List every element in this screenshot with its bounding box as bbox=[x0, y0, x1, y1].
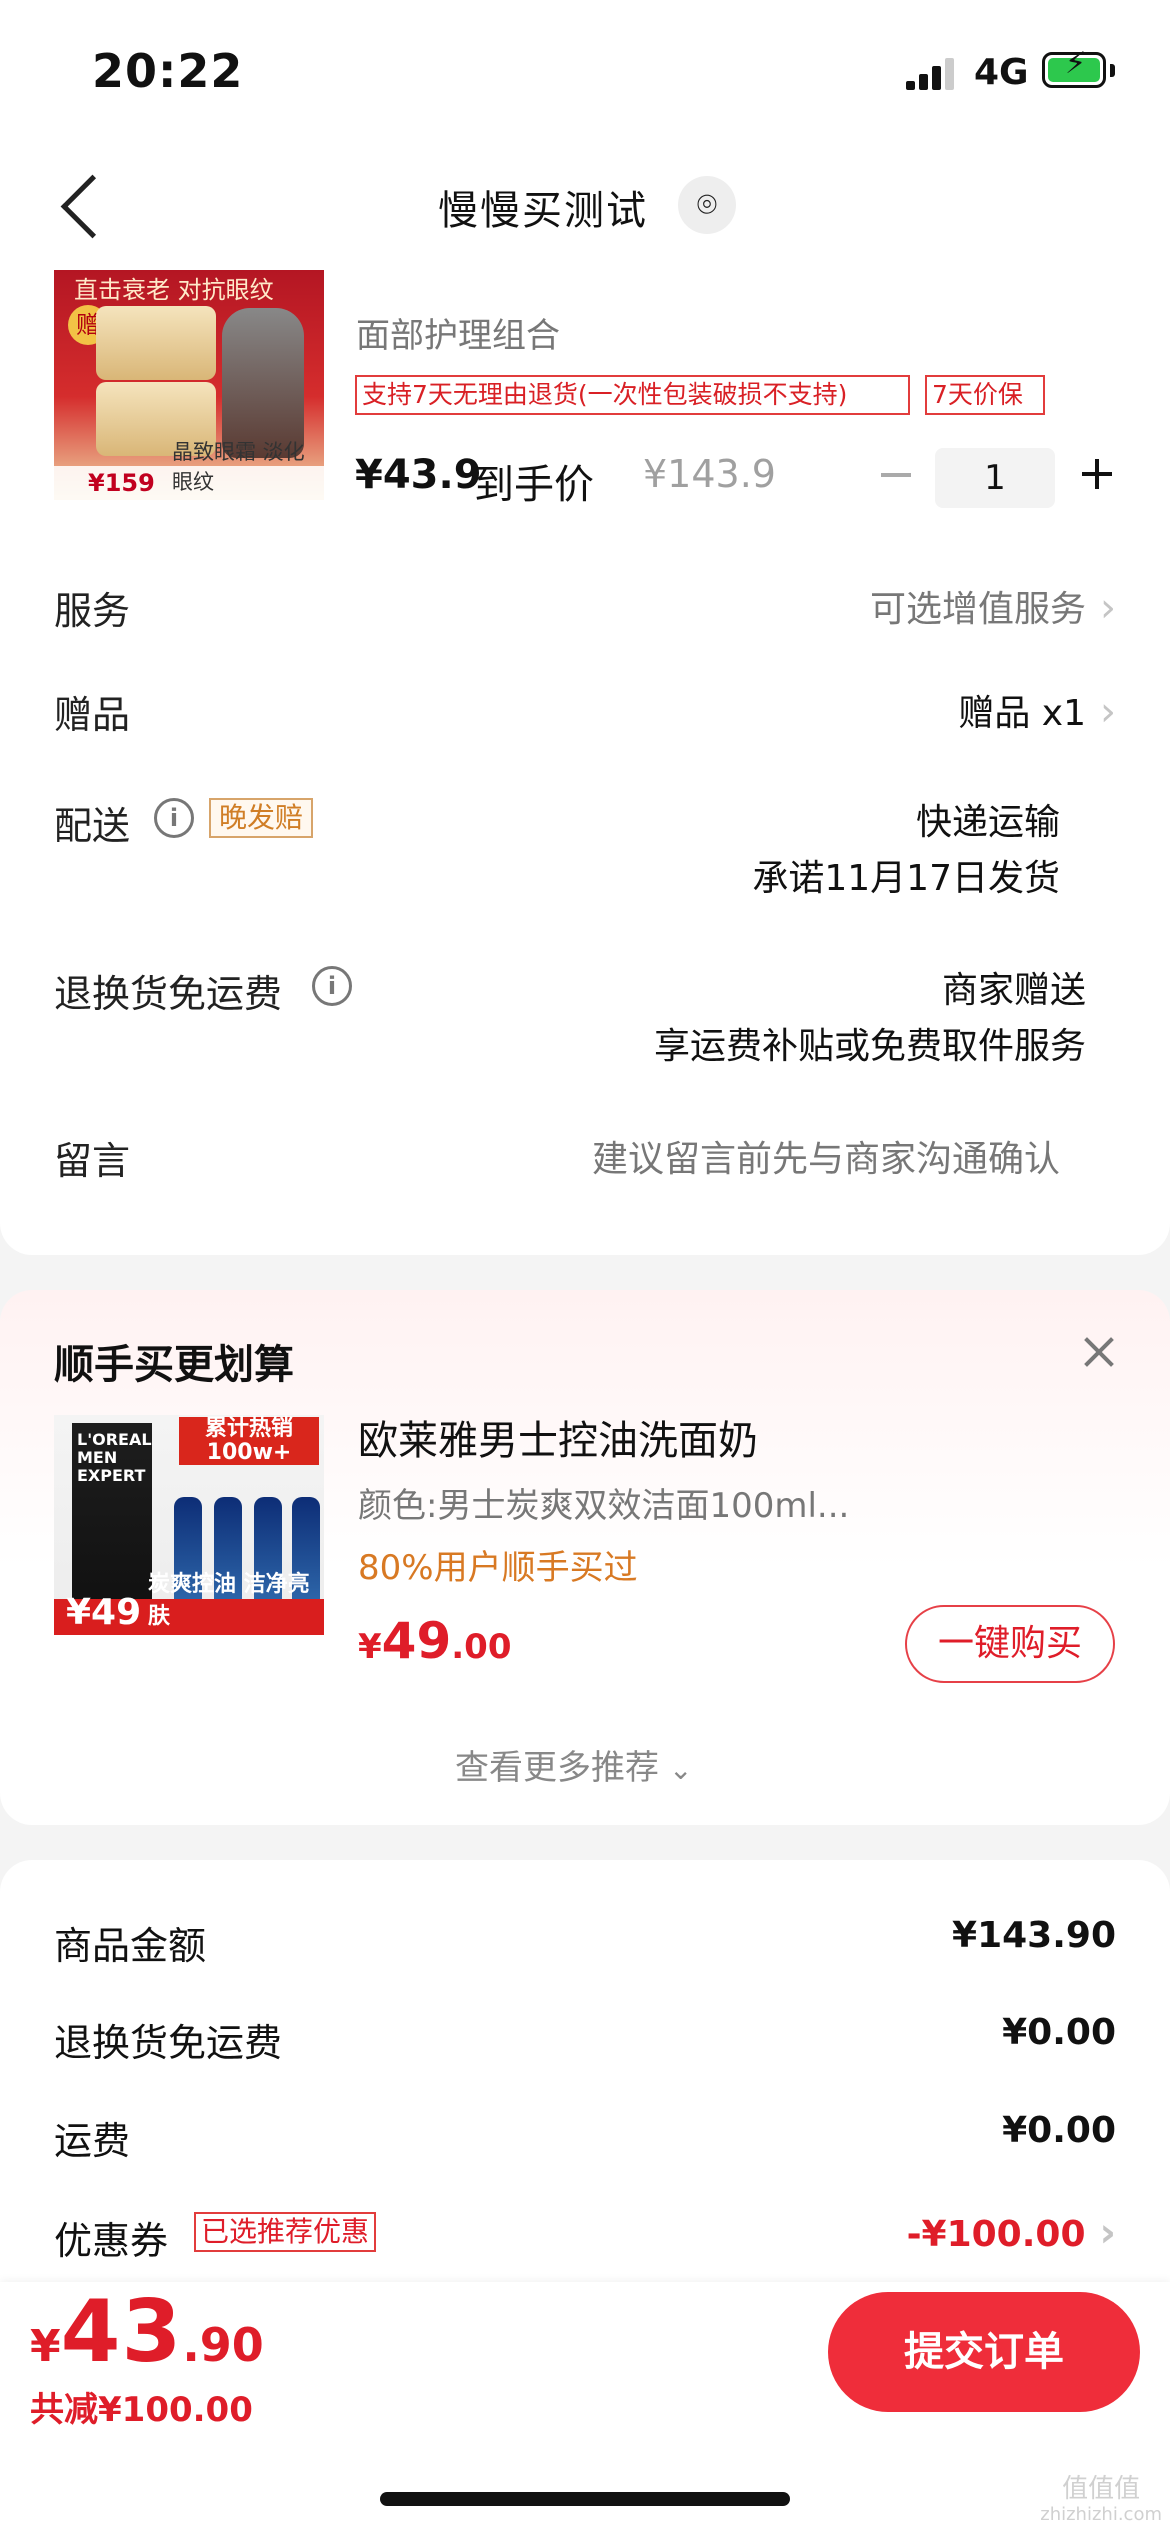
gift-label: 赠品 bbox=[54, 693, 131, 737]
checkout-bottom-bar: ¥43.90 共减¥100.00 提交订单 值值值 zhizhizhi.com bbox=[0, 2282, 1170, 2532]
upsell-title: 顺手买更划算 bbox=[54, 1342, 294, 1388]
return-shipping-label: 退换货免运费 bbox=[54, 972, 283, 1016]
coupon-label: 优惠券 bbox=[54, 2219, 169, 2263]
product-image-top-text: 直击衰老 对抗眼纹 bbox=[74, 276, 274, 304]
late-delivery-compensation-badge: 晚发赔 bbox=[209, 798, 314, 838]
info-icon[interactable]: i bbox=[154, 798, 194, 838]
upsell-product-name[interactable]: 欧莱雅男士控油洗面奶 bbox=[358, 1408, 758, 1466]
return-shipping-fee-row: 退换货免运费 ¥0.00 bbox=[54, 2012, 1116, 2082]
order-main-card: 直击衰老 对抗眼纹 赠 ¥159 晶致眼霜 淡化眼纹 面部护理组合 支持7天无理… bbox=[0, 270, 1170, 1255]
upsell-card: 顺手买更划算 L'OREAL MEN EXPERT 累计热销100w+ ¥49 … bbox=[0, 1290, 1170, 1825]
chevron-right-icon: › bbox=[1100, 689, 1116, 735]
home-indicator bbox=[380, 2492, 790, 2506]
quantity-input[interactable]: 1 bbox=[935, 448, 1055, 508]
product-subtitle: 面部护理组合 bbox=[356, 316, 560, 356]
message-row[interactable]: 留言 建议留言前先与商家沟通确认 bbox=[54, 1130, 1116, 1200]
coupon-value: -¥100.00 › bbox=[906, 2210, 1116, 2256]
checkout-page: 20:22 4G ⚡ 慢慢买测试 ⌾ 直击衰老 对抗眼纹 赠 ¥159 晶致眼霜… bbox=[0, 0, 1170, 2532]
delivery-row: 配送 i 晚发赔 快递运输 承诺11月17日发货 bbox=[54, 795, 1116, 910]
cleanser-box-icon: L'OREAL MEN EXPERT bbox=[72, 1423, 152, 1605]
close-button[interactable] bbox=[1078, 1332, 1118, 1372]
return-shipping-fee-value: ¥0.00 bbox=[1002, 2012, 1116, 2053]
final-price-label: 到手价 bbox=[474, 462, 594, 508]
product-image-bottom-text: 晶致眼霜 淡化眼纹 bbox=[172, 440, 305, 494]
goods-amount-value: ¥143.90 bbox=[952, 1915, 1116, 1956]
chevron-right-icon: › bbox=[1100, 585, 1116, 631]
message-input[interactable]: 建议留言前先与商家沟通确认 bbox=[592, 1130, 1060, 1182]
back-button[interactable] bbox=[58, 170, 98, 240]
recommended-coupon-tag: 已选推荐优惠 bbox=[194, 2212, 377, 2252]
return-shipping-fee-label: 退换货免运费 bbox=[54, 2021, 283, 2065]
sales-badge: 累计热销100w+ bbox=[179, 1417, 319, 1465]
shipping-fee-row: 运费 ¥0.00 bbox=[54, 2110, 1116, 2180]
chevron-down-icon: ⌄ bbox=[669, 1753, 693, 1786]
upsell-product-image[interactable]: L'OREAL MEN EXPERT 累计热销100w+ ¥49 炭爽控油 洁净… bbox=[54, 1415, 324, 1635]
payable-price: ¥43.90 bbox=[30, 2282, 264, 2382]
price-protection-tag: 7天价保 bbox=[925, 375, 1045, 415]
gift-value: 赠品 x1 › bbox=[958, 689, 1116, 735]
goods-amount-label: 商品金额 bbox=[54, 1924, 207, 1968]
service-value: 可选增值服务 › bbox=[869, 585, 1116, 631]
upsell-image-price: ¥49 bbox=[66, 1592, 142, 1633]
price-summary-card: 商品金额 ¥143.90 退换货免运费 ¥0.00 运费 ¥0.00 优惠券 已… bbox=[0, 1860, 1170, 2330]
final-price: ¥43.9 bbox=[355, 452, 482, 498]
quantity-decrease-button[interactable] bbox=[877, 454, 917, 494]
one-click-buy-button[interactable]: 一键购买 bbox=[905, 1605, 1115, 1683]
more-recommendations-button[interactable]: 查看更多推荐 ⌄ bbox=[455, 1740, 692, 1789]
signal-icon bbox=[906, 56, 956, 90]
cream-jar-icon bbox=[96, 306, 216, 380]
goods-amount-row: 商品金额 ¥143.90 bbox=[54, 1915, 1116, 1985]
watermark: 值值值 zhizhizhi.com bbox=[1040, 2474, 1162, 2525]
service-label: 服务 bbox=[54, 589, 131, 633]
return-shipping-info: 商家赠送 享运费补贴或免费取件服务 bbox=[654, 963, 1086, 1075]
return-shipping-provider: 商家赠送 bbox=[941, 970, 1086, 1011]
total-discount: 共减¥100.00 bbox=[30, 2390, 253, 2430]
gift-row[interactable]: 赠品 赠品 x1 › bbox=[54, 684, 1116, 754]
submit-order-button[interactable]: 提交订单 bbox=[828, 2292, 1140, 2412]
coupon-row[interactable]: 优惠券 已选推荐优惠 -¥100.00 › bbox=[54, 2210, 1116, 2280]
shipping-promise: 承诺11月17日发货 bbox=[752, 858, 1060, 899]
product-image-price: ¥159 bbox=[88, 469, 155, 497]
message-label: 留言 bbox=[54, 1139, 131, 1183]
return-shipping-benefit: 享运费补贴或免费取件服务 bbox=[653, 1026, 1086, 1067]
return-policy-tag: 支持7天无理由退货(一次性包装破损不支持) bbox=[355, 375, 910, 415]
status-time: 20:22 bbox=[92, 44, 244, 98]
info-icon[interactable]: i bbox=[312, 966, 352, 1006]
network-label: 4G bbox=[974, 52, 1029, 93]
quantity-increase-button[interactable] bbox=[1078, 454, 1118, 494]
status-bar: 20:22 4G ⚡ bbox=[0, 0, 1170, 150]
upsell-variant[interactable]: 颜色:男士炭爽双效洁面100ml... bbox=[358, 1478, 878, 1527]
top-navigation: 慢慢买测试 ⌾ bbox=[0, 150, 1170, 270]
delivery-method: 快递运输 bbox=[915, 802, 1060, 843]
upsell-image-text: 炭爽控油 洁净亮肤 bbox=[148, 1572, 310, 1629]
location-pin-icon[interactable]: ⌾ bbox=[678, 176, 736, 234]
shipping-fee-label: 运费 bbox=[54, 2119, 131, 2163]
upsell-price: ¥49.00 bbox=[358, 1612, 512, 1670]
service-row[interactable]: 服务 可选增值服务 › bbox=[54, 580, 1116, 650]
upsell-purchase-rate: 80%用户顺手买过 bbox=[358, 1548, 638, 1588]
delivery-label: 配送 bbox=[54, 804, 131, 848]
return-shipping-row: 退换货免运费 i 商家赠送 享运费补贴或免费取件服务 bbox=[54, 963, 1116, 1078]
page-title: 慢慢买测试 bbox=[438, 188, 648, 234]
battery-icon: ⚡ bbox=[1042, 49, 1115, 88]
delivery-info: 快递运输 承诺11月17日发货 bbox=[752, 795, 1060, 907]
clipped-product-title bbox=[355, 262, 1115, 282]
product-image[interactable]: 直击衰老 对抗眼纹 赠 ¥159 晶致眼霜 淡化眼纹 bbox=[54, 270, 324, 500]
chevron-right-icon: › bbox=[1099, 2210, 1116, 2256]
original-price: ¥143.9 bbox=[643, 452, 776, 496]
shipping-fee-value: ¥0.00 bbox=[1002, 2110, 1116, 2151]
